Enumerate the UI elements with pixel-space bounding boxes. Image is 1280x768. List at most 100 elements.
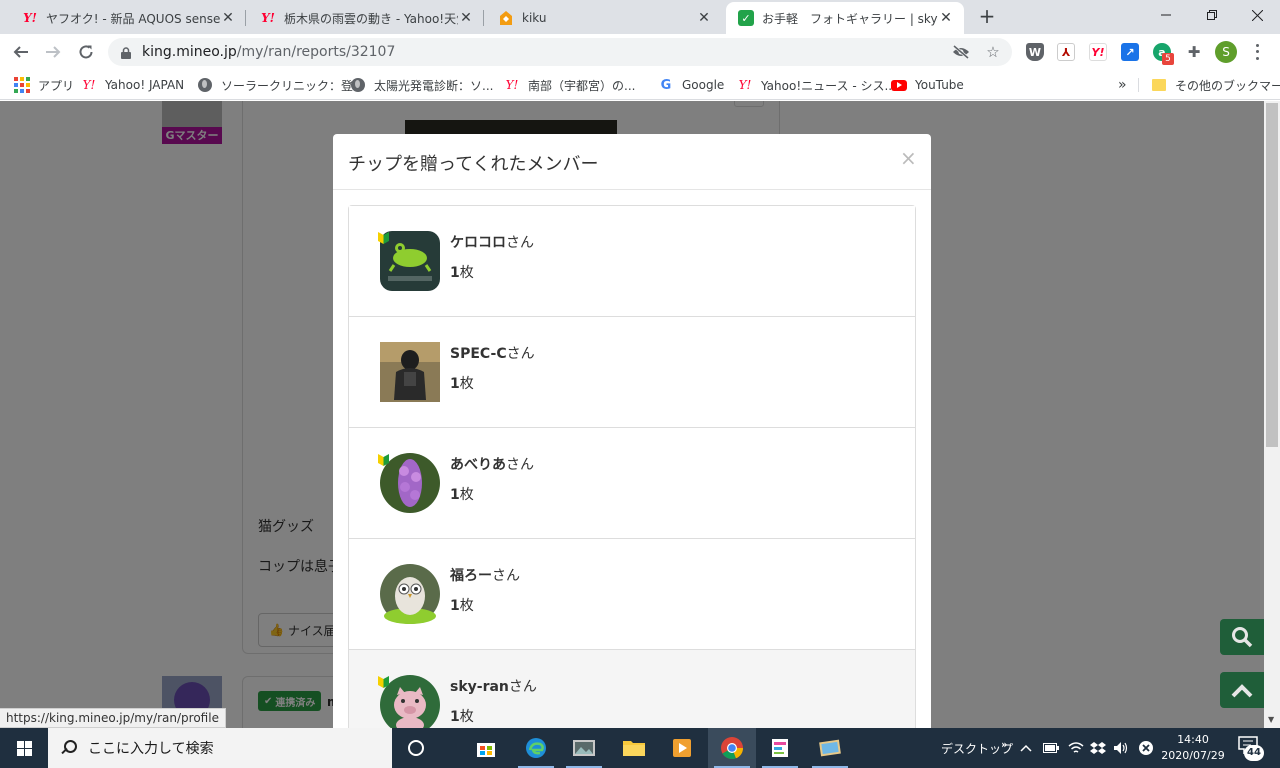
figure-avatar[interactable] — [380, 342, 440, 402]
no-sync-icon[interactable] — [1138, 728, 1154, 768]
tip-count-value: 1 — [450, 709, 460, 725]
menu-kebab-icon[interactable] — [1249, 42, 1265, 62]
eye-off-icon[interactable] — [951, 42, 971, 62]
profile-avatar[interactable]: S — [1215, 41, 1237, 63]
forward-button[interactable] — [41, 40, 65, 64]
scroll-down-arrow-icon[interactable]: ▼ — [1268, 715, 1274, 724]
search-float-button[interactable] — [1220, 619, 1264, 655]
back-button[interactable] — [9, 40, 33, 64]
bookmark-yahoo-japan[interactable]: Y! Yahoo! JAPAN — [81, 76, 185, 94]
pdf-extension-icon[interactable]: ⅄ — [1057, 43, 1075, 61]
taskbar-clock[interactable]: 14:40 2020/07/29 — [1158, 732, 1228, 764]
tab-yahoo-weather[interactable]: Y! 栃木県の雨雲の動き - Yahoo!天気 ✕ — [248, 2, 484, 34]
volume-icon[interactable] — [1113, 728, 1129, 768]
tab-yahoo-auction[interactable]: Y! ヤフオク! - 新品 AQUOS sense3 lite ✕ — [10, 2, 246, 34]
taskbar-paint[interactable] — [756, 728, 804, 768]
bookmark-label: ソーラークリニック：登... — [221, 78, 365, 93]
arrow-right-icon — [46, 46, 61, 58]
link-status-bar: https://king.mineo.jp/my/ran/profile — [0, 708, 226, 728]
list-item[interactable]: あべりあさん 1枚 — [349, 428, 915, 539]
bookmark-apps[interactable]: アプリ — [14, 76, 74, 94]
wifi-icon[interactable] — [1068, 728, 1084, 768]
taskbar-media-player[interactable] — [658, 728, 706, 768]
bookmark-label: アプリ — [38, 78, 75, 93]
member-name-text: sky-ran — [450, 679, 509, 695]
bookmark-label: Yahoo! JAPAN — [105, 78, 185, 92]
start-button[interactable] — [0, 728, 48, 768]
tip-count: 1枚 — [450, 484, 474, 504]
list-item[interactable]: ケロコロさん 1枚 — [349, 206, 915, 317]
taskbar-explorer[interactable] — [610, 728, 658, 768]
close-icon[interactable]: ✕ — [220, 10, 236, 26]
member-name-text: あべりあ — [450, 457, 506, 473]
pig-avatar[interactable] — [380, 675, 440, 728]
owl-avatar[interactable] — [380, 564, 440, 624]
member-name-text: ケロコロ — [450, 235, 506, 251]
beginner-mark-icon — [378, 232, 389, 244]
puzzle-icon[interactable]: ✚ — [1185, 43, 1203, 61]
bookmark-other[interactable]: その他のブックマーク — [1151, 76, 1280, 94]
desktop-toolbar-chevron[interactable]: » — [1001, 724, 1008, 764]
close-window-button[interactable] — [1234, 0, 1280, 30]
bookmarks-overflow-button[interactable]: » — [1118, 76, 1127, 94]
page-scrollbar[interactable]: ▲ ▼ — [1264, 101, 1280, 728]
member-list: ケロコロさん 1枚 SPEC-Cさん 1枚 あべりあさん 1枚 福ろーさん 1枚… — [348, 205, 916, 728]
bookmark-youtube[interactable]: YouTube — [891, 76, 964, 94]
bookmark-label: YouTube — [915, 78, 964, 92]
tip-count: 1枚 — [450, 262, 474, 282]
minimize-button[interactable] — [1143, 0, 1189, 30]
bookmark-solar-clinic[interactable]: ソーラークリニック：登... — [197, 76, 364, 94]
tray-overflow-chevron-icon[interactable] — [1020, 728, 1032, 768]
yahoo-icon: Y! — [23, 11, 37, 25]
modal-close-button[interactable]: × — [900, 148, 917, 168]
photo-viewer-icon — [819, 739, 841, 757]
flower-avatar[interactable] — [380, 453, 440, 513]
close-icon[interactable]: ✕ — [696, 10, 712, 26]
taskbar-edge[interactable] — [512, 728, 560, 768]
beginner-mark-icon — [378, 454, 389, 466]
restore-button[interactable] — [1189, 0, 1235, 30]
tab-photo-gallery[interactable]: ✓ お手軽 フォトギャラリー | sky-ranさん ✕ — [726, 2, 964, 34]
close-icon[interactable]: ✕ — [938, 10, 954, 26]
list-item[interactable]: 福ろーさん 1枚 — [349, 539, 915, 650]
tab-kiku[interactable]: kiku ✕ — [486, 2, 722, 34]
lock-icon[interactable] — [120, 45, 132, 59]
bookmark-solar-diagnosis[interactable]: 太陽光発電診断：ソ... — [350, 76, 493, 94]
star-icon[interactable]: ☆ — [983, 42, 1003, 62]
taskbar-photo-viewer[interactable] — [806, 728, 854, 768]
frog-avatar[interactable] — [380, 231, 440, 291]
list-item[interactable]: SPEC-Cさん 1枚 — [349, 317, 915, 428]
windows-taskbar: ここに入力して検索 デスクトップ » 14:40 2020/07/29 44 — [0, 728, 1280, 768]
close-icon[interactable]: ✕ — [458, 10, 474, 26]
taskbar-store[interactable] — [462, 728, 510, 768]
scrollbar-thumb[interactable] — [1266, 103, 1278, 447]
task-view-button[interactable] — [392, 728, 440, 768]
windows-logo-icon — [16, 740, 32, 756]
member-name[interactable]: 福ろーさん — [450, 565, 520, 585]
member-name[interactable]: あべりあさん — [450, 454, 534, 474]
reload-button[interactable] — [74, 40, 98, 64]
bookmark-utsunomiya-weather[interactable]: Y! 南部（宇都宮）の... — [504, 76, 636, 94]
taskbar-search-box[interactable]: ここに入力して検索 — [48, 728, 392, 768]
bookmark-google[interactable]: G Google — [658, 76, 725, 94]
url-host: king.mineo.jp — [142, 44, 237, 60]
battery-icon[interactable] — [1043, 728, 1059, 768]
address-bar[interactable]: king.mineo.jp/my/ran/reports/32107 ☆ — [108, 38, 1012, 66]
yahoo-extension-icon[interactable]: Y! — [1089, 43, 1107, 61]
new-tab-button[interactable]: + — [978, 6, 996, 26]
stats-extension-icon[interactable]: ↗ — [1121, 43, 1139, 61]
url-text: king.mineo.jp/my/ran/reports/32107 — [142, 44, 395, 60]
list-item[interactable]: sky-ranさん 1枚 — [349, 650, 915, 728]
folder-icon — [1151, 77, 1167, 93]
shield-extension-icon[interactable]: W — [1026, 43, 1044, 61]
dropbox-icon[interactable] — [1090, 728, 1106, 768]
bookmark-yahoo-news[interactable]: Y! Yahoo!ニュース - シス... — [737, 76, 896, 94]
taskbar-photos[interactable] — [560, 728, 608, 768]
member-name[interactable]: SPEC-Cさん — [450, 343, 535, 363]
member-name[interactable]: sky-ranさん — [450, 676, 537, 696]
tip-count-unit: 枚 — [459, 598, 474, 614]
tip-count-unit: 枚 — [459, 265, 474, 281]
member-name[interactable]: ケロコロさん — [450, 232, 534, 252]
scroll-top-button[interactable] — [1220, 672, 1264, 708]
taskbar-chrome[interactable] — [708, 728, 756, 768]
